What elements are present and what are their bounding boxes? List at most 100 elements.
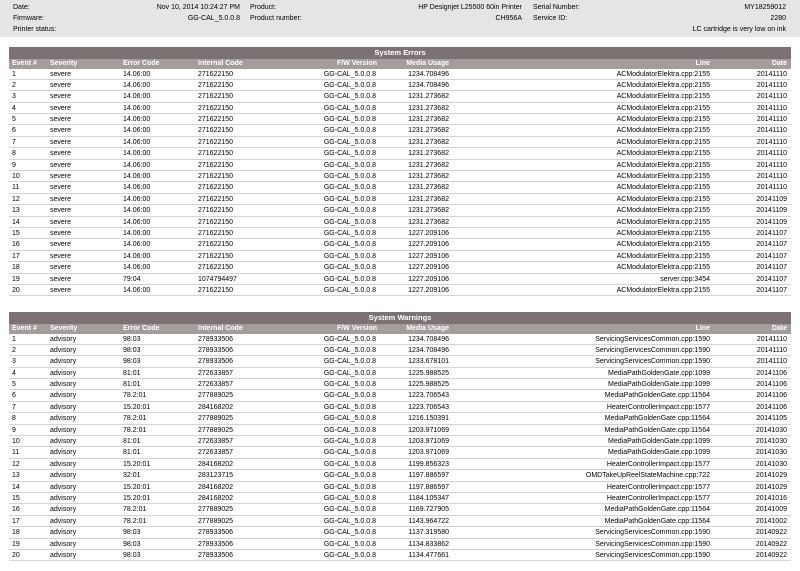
col-line: Line bbox=[695, 60, 710, 67]
cell-media-usage: 1227.209106 bbox=[408, 275, 449, 283]
cell-fw-version: GG-CAL_5.0.0.8 bbox=[323, 161, 376, 169]
cell-event: 13 bbox=[12, 207, 20, 215]
cell-internal-code: 271622150 bbox=[198, 81, 234, 89]
cell-severity: advisory bbox=[50, 438, 77, 446]
cell-error-code: 78.2:01 bbox=[123, 392, 147, 400]
cell-severity: advisory bbox=[50, 358, 77, 366]
cell-date: 20140922 bbox=[755, 540, 787, 548]
cell-internal-code: 277889025 bbox=[198, 506, 234, 514]
system-errors-rows: 1 severe 14.06:00 271622150 GG-CAL_5.0.0.8 12… bbox=[9, 69, 791, 297]
cell-line: MediaPathGoldenGate.cpp:11564 bbox=[604, 392, 710, 400]
cell-date: 20141107 bbox=[756, 275, 787, 283]
cell-severity: advisory bbox=[50, 529, 77, 537]
cell-internal-code: 271622150 bbox=[198, 104, 234, 112]
cell-line: ACModulatorElektra.cpp:2155 bbox=[616, 104, 710, 112]
printer-status-label: Printer status: bbox=[13, 26, 57, 33]
product-number-value: CH956A bbox=[495, 15, 522, 22]
cell-severity: severe bbox=[50, 229, 72, 237]
table-row: 14 advisory 15.20:01 284168202 GG-CAL_5.0.0.… bbox=[9, 482, 791, 493]
cell-line: ACModulatorElektra.cpp:2155 bbox=[616, 150, 710, 158]
cell-media-usage: 1231.273682 bbox=[408, 138, 449, 146]
cell-date: 20140922 bbox=[755, 551, 787, 559]
table-row: 13 severe 14.06:00 271622150 GG-CAL_5.0.0.8 1… bbox=[9, 205, 791, 217]
cell-severity: severe bbox=[50, 286, 72, 294]
cell-line: HeaterControllerImpact.cpp:1577 bbox=[606, 460, 710, 468]
cell-fw-version: GG-CAL_5.0.0.8 bbox=[323, 381, 376, 389]
cell-fw-version: GG-CAL_5.0.0.8 bbox=[323, 275, 376, 283]
cell-media-usage: 1223.706543 bbox=[408, 403, 449, 411]
cell-fw-version: GG-CAL_5.0.0.8 bbox=[323, 104, 376, 112]
cell-internal-code: 277889025 bbox=[198, 415, 234, 423]
cell-error-code: 98:03 bbox=[123, 346, 141, 354]
table-row: 8 severe 14.06:00 271622150 GG-CAL_5.0.0.8 12… bbox=[9, 148, 791, 160]
cell-error-code: 14.06:00 bbox=[123, 81, 151, 89]
cell-date: 20141109 bbox=[756, 195, 787, 203]
cell-fw-version: GG-CAL_5.0.0.8 bbox=[323, 460, 376, 468]
cell-date: 20141107 bbox=[756, 229, 787, 237]
cell-severity: advisory bbox=[50, 506, 77, 514]
cell-internal-code: 271622150 bbox=[198, 116, 234, 124]
cell-event: 15 bbox=[12, 494, 20, 502]
cell-line: ACModulatorElektra.cpp:2155 bbox=[616, 70, 710, 78]
col-fw-version: F/W Version bbox=[336, 60, 377, 67]
col-media-usage: Media Usage bbox=[406, 325, 449, 332]
cell-severity: advisory bbox=[50, 381, 77, 389]
cell-media-usage: 1197.886597 bbox=[408, 483, 449, 491]
cell-internal-code: 272633857 bbox=[198, 438, 234, 446]
cell-fw-version: GG-CAL_5.0.0.8 bbox=[323, 506, 376, 514]
table-row: 10 advisory 81:01 272633857 GG-CAL_5.0.0.8 12… bbox=[9, 436, 791, 448]
cell-error-code: 15.20:01 bbox=[123, 403, 151, 411]
cell-error-code: 78.2:01 bbox=[123, 506, 147, 514]
cell-severity: advisory bbox=[50, 494, 77, 502]
cell-fw-version: GG-CAL_5.0.0.8 bbox=[323, 529, 376, 537]
cell-event: 5 bbox=[12, 116, 16, 124]
cell-severity: severe bbox=[50, 173, 72, 181]
cell-severity: severe bbox=[50, 116, 72, 124]
cell-internal-code: 278933506 bbox=[198, 358, 234, 366]
cell-event: 3 bbox=[12, 358, 16, 366]
table-row: 9 severe 14.06:00 271622150 GG-CAL_5.0.0.8 12… bbox=[9, 160, 791, 172]
col-severity: Severity bbox=[50, 60, 78, 67]
cell-severity: advisory bbox=[50, 551, 77, 559]
col-event: Event # bbox=[12, 60, 37, 67]
cell-severity: advisory bbox=[50, 392, 77, 400]
printer-info-header: Date: Nov 10, 2014 10:24:27 PM Product: … bbox=[0, 0, 800, 37]
cell-internal-code: 271622150 bbox=[198, 264, 234, 272]
table-row: 12 advisory 15.20:01 284168202 GG-CAL_5.0.0.… bbox=[9, 459, 791, 471]
table-row: 3 advisory 98:03 278933506 GG-CAL_5.0.0.8 123… bbox=[9, 356, 791, 368]
cell-date: 20141106 bbox=[756, 403, 787, 411]
cell-event: 8 bbox=[12, 415, 16, 423]
cell-internal-code: 277889025 bbox=[198, 392, 234, 400]
cell-internal-code: 277889025 bbox=[198, 517, 234, 525]
cell-line: HeaterControllerImpact.cpp:1577 bbox=[606, 403, 710, 411]
system-warnings-header: Event # Severity Error Code Internal Cod… bbox=[9, 324, 791, 334]
cell-fw-version: GG-CAL_5.0.0.8 bbox=[323, 229, 376, 237]
table-row: 8 advisory 78.2:01 277889025 GG-CAL_5.0.0.8 1… bbox=[9, 413, 791, 425]
cell-fw-version: GG-CAL_5.0.0.8 bbox=[323, 517, 376, 525]
cell-line: ACModulatorElektra.cpp:2155 bbox=[616, 116, 710, 124]
cell-date: 20141107 bbox=[756, 264, 787, 272]
cell-media-usage: 1231.273682 bbox=[408, 116, 449, 124]
cell-internal-code: 284168202 bbox=[198, 460, 234, 468]
table-row: 9 advisory 78.2:01 277889025 GG-CAL_5.0.0.8 1… bbox=[9, 425, 791, 437]
cell-media-usage: 1231.273682 bbox=[408, 207, 449, 215]
cell-fw-version: GG-CAL_5.0.0.8 bbox=[323, 472, 376, 480]
cell-severity: severe bbox=[50, 70, 72, 78]
cell-fw-version: GG-CAL_5.0.0.8 bbox=[323, 483, 376, 491]
cell-severity: advisory bbox=[50, 540, 77, 548]
cell-event: 1 bbox=[12, 335, 16, 343]
cell-error-code: 14.06:00 bbox=[123, 116, 151, 124]
system-errors-header: Event # Severity Error Code Internal Cod… bbox=[9, 59, 791, 69]
cell-event: 2 bbox=[12, 346, 16, 354]
cell-line: MediaPathGoldenGate.cpp:11564 bbox=[604, 506, 710, 514]
cell-fw-version: GG-CAL_5.0.0.8 bbox=[323, 138, 376, 146]
cell-event: 1 bbox=[12, 70, 16, 78]
cell-error-code: 14.06:00 bbox=[123, 104, 151, 112]
cell-fw-version: GG-CAL_5.0.0.8 bbox=[323, 449, 376, 457]
cell-error-code: 15.20:01 bbox=[123, 494, 151, 502]
cell-line: MediaPathGoldenGate.cpp:11564 bbox=[604, 517, 710, 525]
cell-date: 20141110 bbox=[756, 104, 787, 112]
cell-severity: advisory bbox=[50, 472, 77, 480]
table-row: 4 severe 14.06:00 271622150 GG-CAL_5.0.0.8 12… bbox=[9, 103, 791, 115]
cell-event: 4 bbox=[12, 104, 16, 112]
